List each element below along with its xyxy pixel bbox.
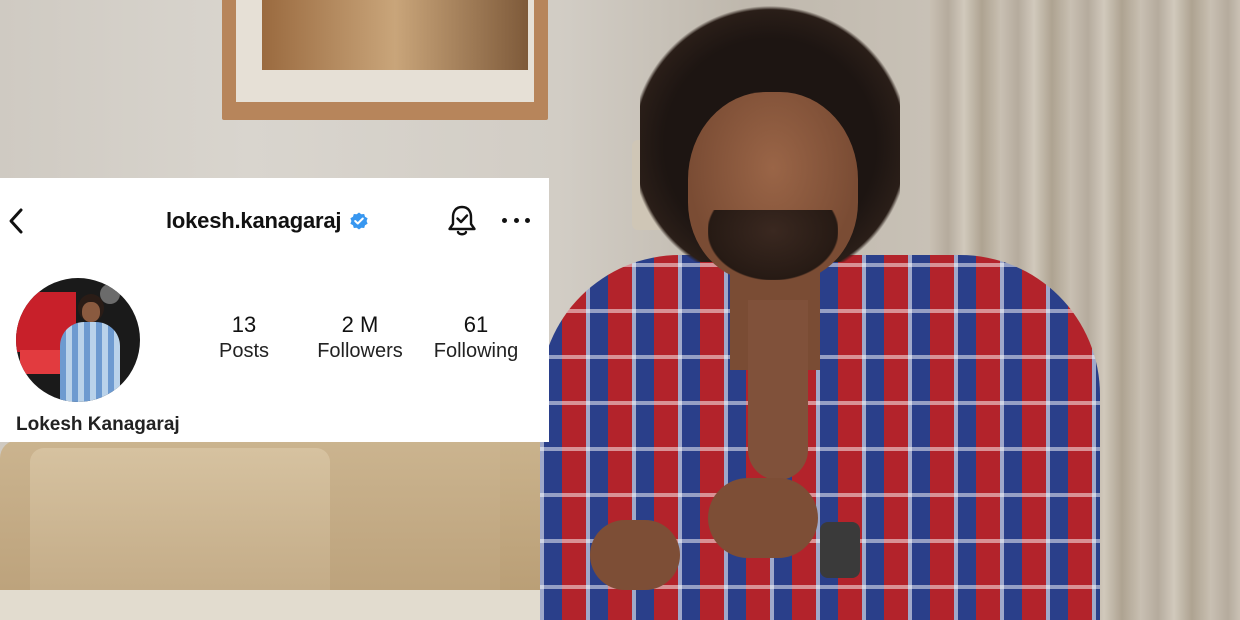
back-button[interactable] [4, 206, 28, 236]
person-left-hand [590, 520, 680, 590]
floor [0, 590, 560, 620]
stat-followers[interactable]: 2 M Followers [306, 312, 414, 364]
avatar-person-body [60, 322, 120, 402]
bell-check-icon [448, 205, 476, 236]
person-beard [708, 210, 838, 280]
more-horizontal-icon [525, 217, 530, 223]
person-chest [748, 300, 808, 480]
picture-artwork [262, 0, 528, 70]
username-row: lokesh.kanagaraj [166, 208, 369, 234]
verified-badge-icon [349, 211, 369, 231]
wristwatch [820, 522, 860, 578]
avatar-background-banner [20, 350, 60, 374]
more-horizontal-icon [513, 217, 519, 223]
stat-posts[interactable]: 13 Posts [204, 312, 284, 364]
stat-following[interactable]: 61 Following [424, 312, 528, 364]
chevron-left-icon [9, 208, 23, 234]
posts-label: Posts [218, 340, 270, 362]
notifications-button[interactable] [446, 204, 478, 238]
profile-header-card: lokesh.kanagaraj 13 Posts 2 M Followers … [0, 178, 549, 442]
followers-label: Followers [317, 340, 403, 362]
followers-count: 2 M [341, 312, 379, 337]
profile-username: lokesh.kanagaraj [166, 208, 342, 233]
more-horizontal-icon [502, 217, 507, 223]
posts-count: 13 [231, 312, 257, 337]
more-options-button[interactable] [502, 208, 530, 232]
person-right-hand [708, 478, 818, 558]
following-label: Following [433, 340, 519, 362]
profile-full-name: Lokesh Kanagaraj [16, 414, 180, 435]
following-count: 61 [463, 312, 489, 337]
avatar-person-face [82, 302, 100, 322]
profile-avatar[interactable] [16, 278, 140, 402]
avatar-stage-light [100, 284, 120, 304]
